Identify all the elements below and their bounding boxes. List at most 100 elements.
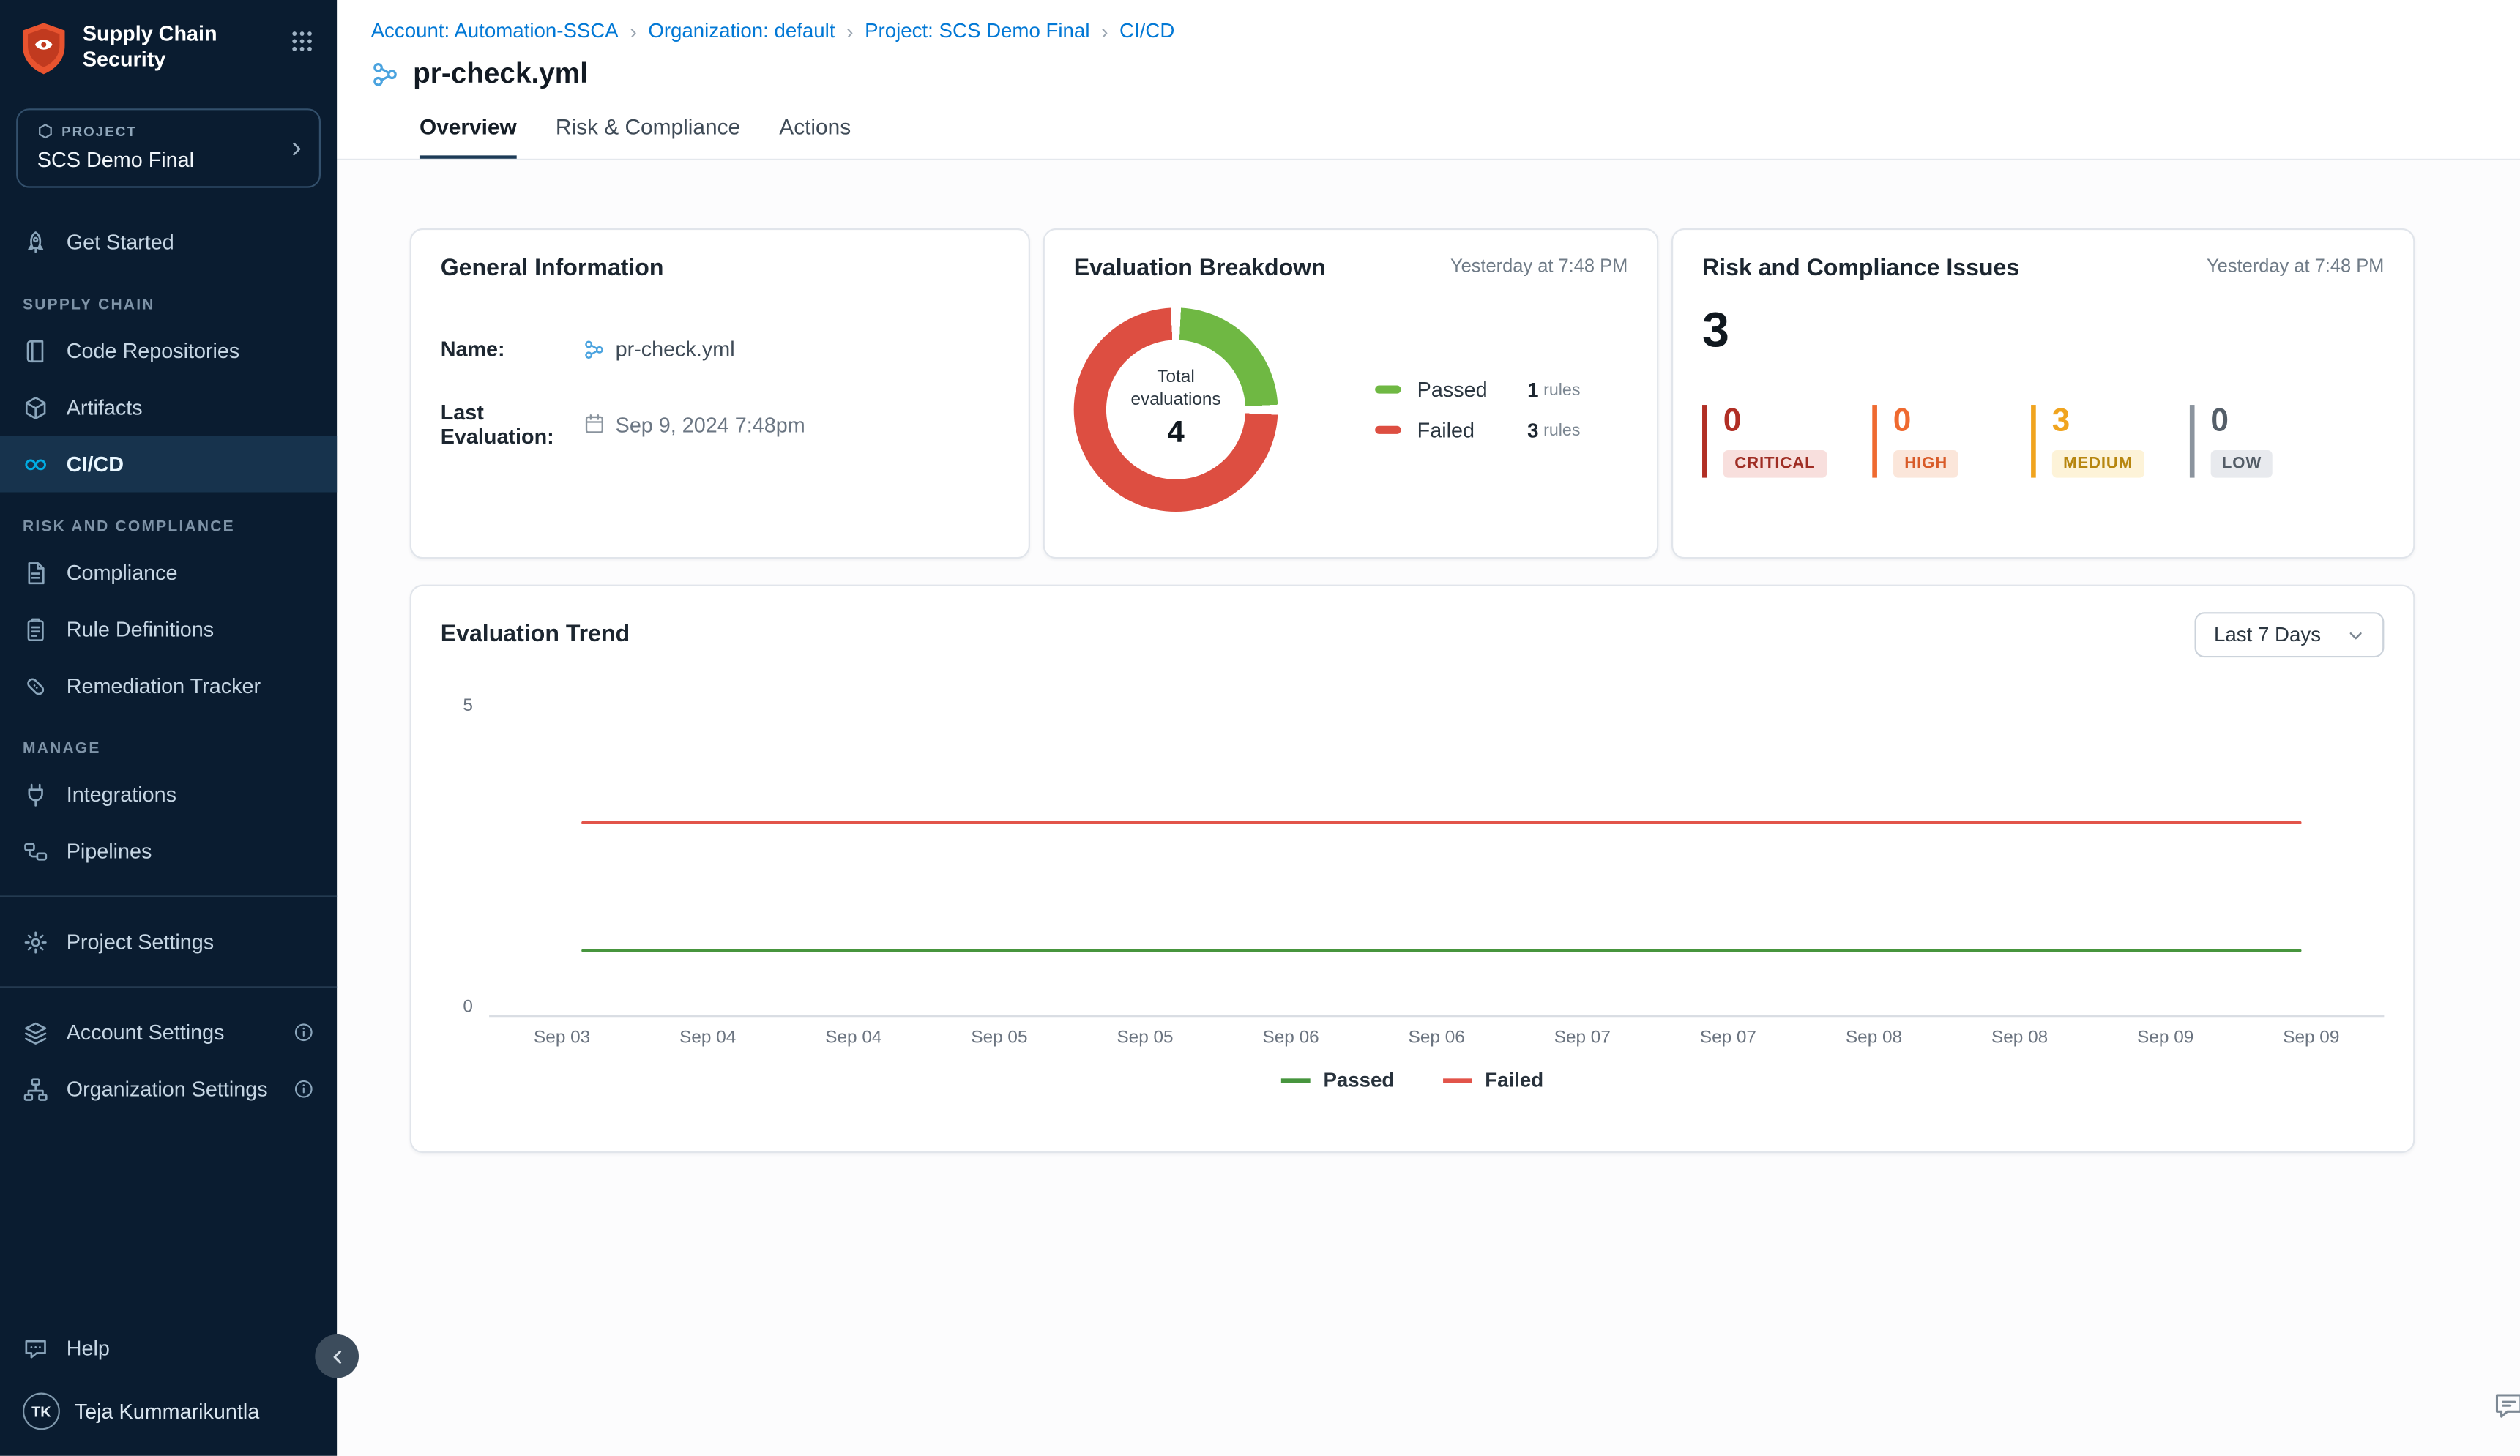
plug-icon — [23, 781, 48, 807]
sidebar-item-account-settings[interactable]: Account Settings — [0, 1004, 337, 1061]
sidebar-item-help[interactable]: Help — [0, 1320, 337, 1376]
clipboard-icon — [23, 616, 48, 642]
sidebar-item-project-settings[interactable]: Project Settings — [0, 914, 337, 970]
avatar: TK — [23, 1392, 60, 1430]
sidebar-item-rule-definitions[interactable]: Rule Definitions — [0, 601, 337, 657]
gear-icon — [23, 929, 48, 955]
card-title: General Information — [441, 256, 999, 282]
sidebar-collapse-handle[interactable] — [315, 1334, 359, 1378]
title-row: pr-check.yml — [337, 42, 2520, 91]
card-timestamp: Yesterday at 7:48 PM — [2207, 256, 2384, 277]
card-title: Evaluation Breakdown — [1074, 256, 1326, 282]
severity-badge: HIGH — [1893, 450, 1959, 478]
yaml-workflow-icon — [583, 337, 605, 360]
sidebar-item-label: Pipelines — [67, 839, 152, 863]
failed-series-line — [582, 820, 2301, 824]
breadcrumb: Account: Automation-SSCA › Organization:… — [337, 0, 2520, 42]
organization-icon — [23, 1076, 48, 1102]
severity-count: 0 — [1893, 405, 1986, 437]
severity-count: 0 — [1723, 405, 1827, 437]
sidebar-spacer — [0, 1117, 337, 1320]
severity-high: 0 HIGH — [1872, 405, 1986, 478]
section-heading-manage: MANAGE — [23, 740, 314, 758]
severity-critical: 0 CRITICAL — [1702, 405, 1827, 478]
legend-label: Passed — [1417, 377, 1502, 401]
passed-line-swatch — [1281, 1078, 1311, 1083]
sidebar-item-integrations[interactable]: Integrations — [0, 766, 337, 822]
sidebar-item-organization-settings[interactable]: Organization Settings — [0, 1061, 337, 1117]
x-tick: Sep 05 — [1072, 1028, 1218, 1048]
chevron-down-icon — [2346, 626, 2364, 643]
tab-actions[interactable]: Actions — [779, 115, 851, 159]
section-heading-risk-compliance: RISK AND COMPLIANCE — [23, 518, 314, 536]
sidebar-item-label: Compliance — [67, 560, 178, 584]
y-axis: 5 0 — [441, 696, 489, 1017]
info-icon[interactable] — [293, 1078, 314, 1100]
sidebar: Supply Chain Security PROJECT SCS Demo F… — [0, 0, 337, 1456]
sidebar-item-label: Code Repositories — [67, 338, 240, 362]
legend-unit: rules — [1543, 380, 1580, 400]
x-tick: Sep 07 — [1510, 1028, 1655, 1048]
sidebar-item-pipelines[interactable]: Pipelines — [0, 823, 337, 879]
severity-badge: LOW — [2210, 450, 2273, 478]
rocket-icon — [23, 229, 48, 255]
sidebar-item-get-started[interactable]: Get Started — [0, 214, 337, 270]
x-tick: Sep 09 — [2092, 1028, 2238, 1048]
user-menu[interactable]: TK Teja Kummarikuntla — [0, 1376, 337, 1455]
risk-compliance-issues-card: Risk and Compliance Issues Yesterday at … — [1671, 228, 2415, 559]
breadcrumb-cicd-link[interactable]: CI/CD — [1119, 20, 1174, 42]
pipeline-icon — [23, 838, 48, 864]
content-area: General Information Name: pr-check.yml — [337, 160, 2520, 1456]
tab-overview[interactable]: Overview — [420, 115, 517, 159]
trend-range-select[interactable]: Last 7 Days — [2194, 612, 2384, 657]
severity-count: 0 — [2210, 405, 2303, 437]
sidebar-item-label: Account Settings — [67, 1020, 225, 1045]
sidebar-item-label: CI/CD — [67, 452, 124, 476]
app-root: Supply Chain Security PROJECT SCS Demo F… — [0, 0, 2520, 1456]
card-timestamp: Yesterday at 7:48 PM — [1450, 256, 1628, 277]
user-name: Teja Kummarikuntla — [75, 1399, 260, 1423]
donut-legend: Passed 1 rules Failed 3 rules — [1375, 361, 1580, 458]
sidebar-divider — [0, 895, 337, 897]
breadcrumb-account-link[interactable]: Account: Automation-SSCA — [371, 20, 619, 42]
general-information-card: General Information Name: pr-check.yml — [410, 228, 1030, 559]
sidebar-item-label: Integrations — [67, 782, 176, 806]
module-switcher-icon[interactable] — [290, 29, 314, 53]
main-area: Account: Automation-SSCA › Organization:… — [337, 0, 2520, 1456]
chat-button[interactable] — [2491, 1388, 2520, 1424]
legend-label: Failed — [1417, 418, 1502, 442]
brand-title: Supply Chain Security — [83, 21, 225, 72]
legend-count: 3 — [1527, 419, 1538, 441]
range-value: Last 7 Days — [2214, 624, 2321, 646]
tab-risk-compliance[interactable]: Risk & Compliance — [556, 115, 740, 159]
section-heading-supply-chain: SUPPLY CHAIN — [23, 296, 314, 314]
sidebar-item-label: Rule Definitions — [67, 617, 214, 641]
project-name: SCS Demo Final — [37, 147, 299, 171]
legend-label: Passed — [1323, 1069, 1394, 1091]
breadcrumb-project-link[interactable]: Project: SCS Demo Final — [865, 20, 1089, 42]
x-tick: Sep 06 — [1364, 1028, 1510, 1048]
sidebar-item-label: Project Settings — [67, 930, 214, 954]
infinity-cicd-icon — [23, 451, 48, 477]
x-tick: Sep 04 — [780, 1028, 926, 1048]
donut-center: Total evaluations 4 — [1074, 307, 1278, 512]
name-value: pr-check.yml — [616, 337, 735, 361]
sidebar-item-cicd[interactable]: CI/CD — [0, 436, 337, 492]
project-label: PROJECT — [61, 123, 137, 139]
sidebar-item-artifacts[interactable]: Artifacts — [0, 379, 337, 436]
calendar-icon — [583, 413, 605, 436]
sidebar-item-compliance[interactable]: Compliance — [0, 544, 337, 600]
sidebar-item-remediation-tracker[interactable]: Remediation Tracker — [0, 657, 337, 714]
summary-cards-row: General Information Name: pr-check.yml — [410, 228, 2415, 559]
project-selector[interactable]: PROJECT SCS Demo Final — [16, 108, 321, 187]
name-label: Name: — [441, 337, 584, 361]
y-tick-min: 0 — [463, 998, 473, 1018]
sidebar-item-label: Remediation Tracker — [67, 673, 261, 698]
sidebar-item-code-repositories[interactable]: Code Repositories — [0, 322, 337, 378]
breadcrumb-organization-link[interactable]: Organization: default — [648, 20, 835, 42]
legend-label: Failed — [1485, 1069, 1543, 1091]
failed-line-swatch — [1443, 1078, 1472, 1083]
x-tick: Sep 04 — [635, 1028, 780, 1048]
evaluation-trend-card: Evaluation Trend Last 7 Days 5 0 — [410, 585, 2415, 1153]
info-icon[interactable] — [293, 1022, 314, 1043]
